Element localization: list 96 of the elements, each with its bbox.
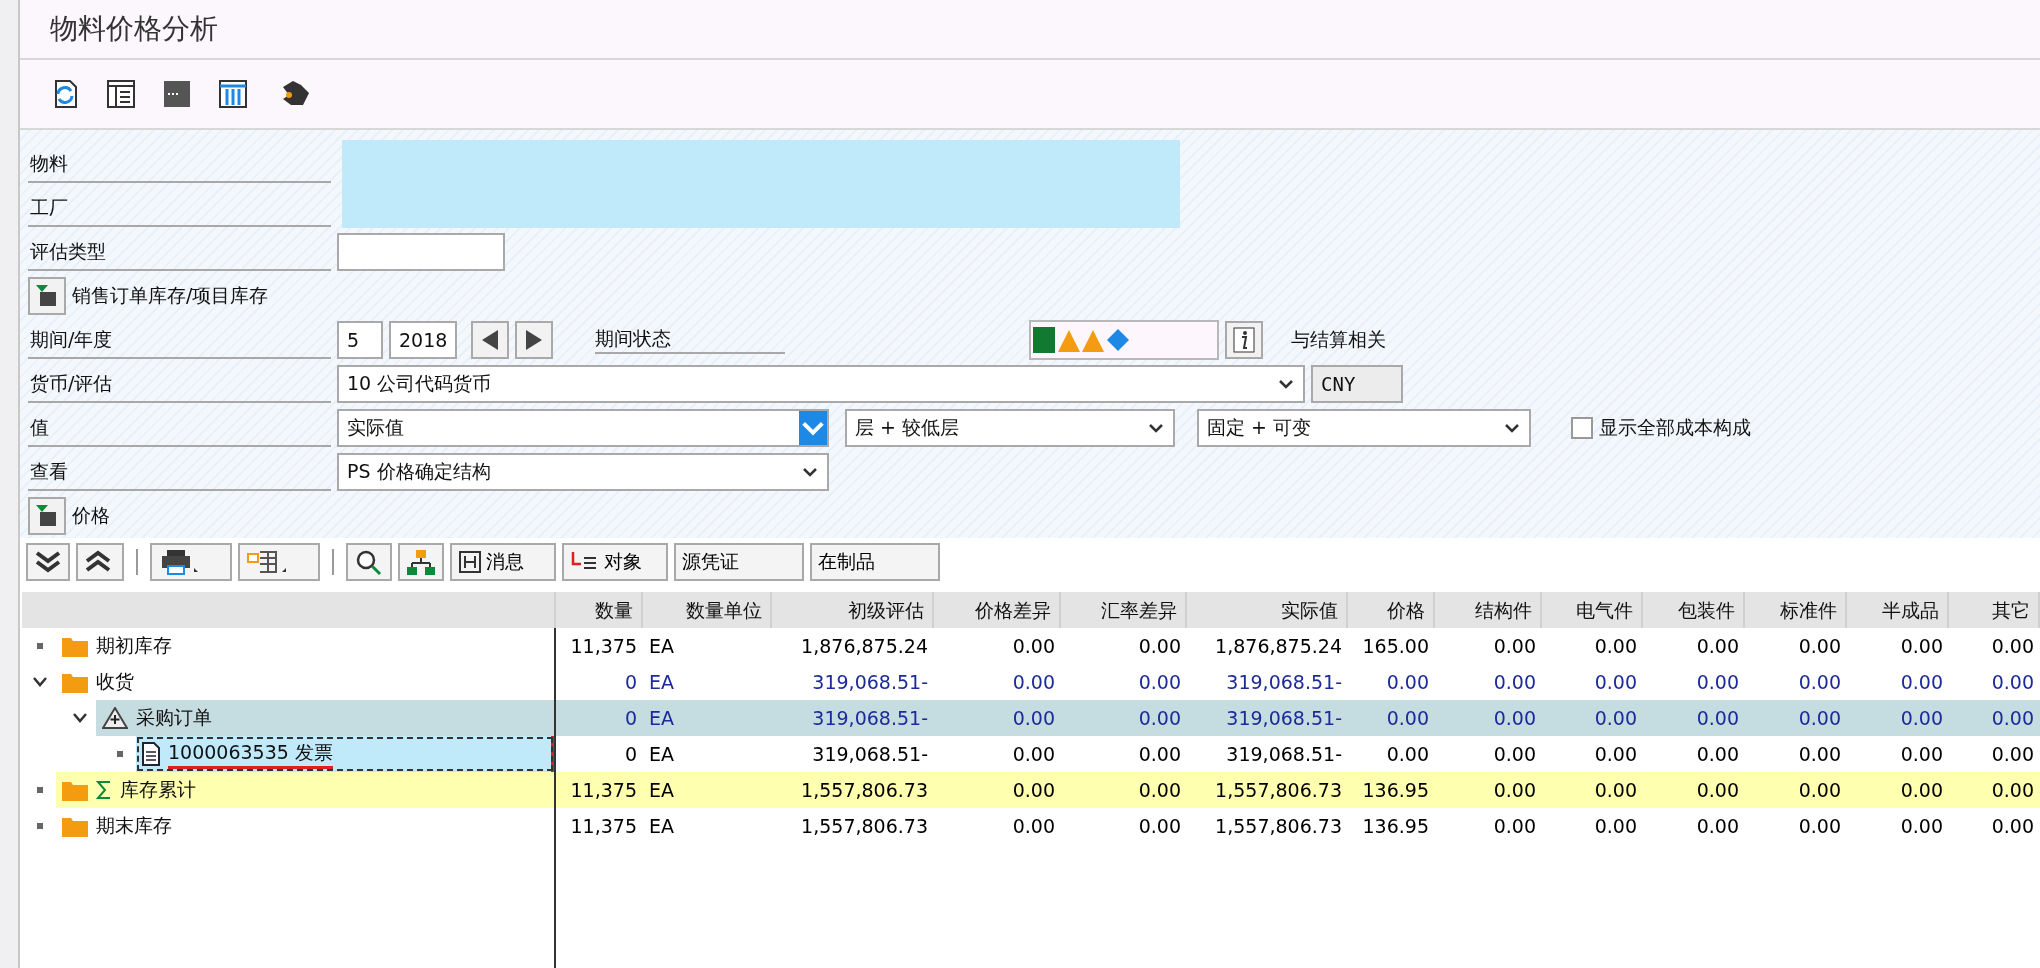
- expand-caret-icon[interactable]: [32, 675, 48, 689]
- right-triangle-icon: [524, 329, 544, 351]
- hierarchy-button[interactable]: [398, 543, 444, 581]
- table-cell: 0.00: [1745, 772, 1847, 808]
- table-cell: 11,375: [556, 772, 643, 808]
- tree-node-label: 收货: [96, 669, 134, 694]
- field-label: 值: [28, 409, 331, 447]
- collapse-all-button[interactable]: [76, 543, 124, 581]
- table-cell: 0.00: [1949, 700, 2040, 736]
- field-label: 期间状态: [595, 326, 785, 354]
- dropdown-field[interactable]: PS 价格确定结构: [337, 453, 829, 491]
- expand-caret-icon[interactable]: [72, 711, 88, 725]
- dropdown-field[interactable]: 固定 + 可变: [1197, 409, 1531, 447]
- table-cell: 1,557,806.73: [772, 772, 934, 808]
- field-label: 工厂: [28, 189, 331, 227]
- toolbar-button[interactable]: 在制品: [810, 543, 940, 581]
- dropdown-caret-icon[interactable]: [1503, 421, 1521, 435]
- dropdown-caret-icon[interactable]: [1277, 377, 1295, 391]
- table-cell: 0.00: [934, 772, 1061, 808]
- table-cell: 0.00: [1435, 772, 1542, 808]
- checkbox[interactable]: [1571, 417, 1593, 439]
- section-title: 价格: [72, 503, 110, 528]
- field-label: 期间/年度: [28, 321, 331, 359]
- dropdown-field[interactable]: 实际值: [337, 409, 829, 447]
- table-cell: 0.00: [1542, 700, 1643, 736]
- left-triangle-icon: [480, 329, 500, 351]
- table-cell: 0.00: [1643, 772, 1745, 808]
- toolbar-button[interactable]: 消息: [450, 543, 556, 581]
- toolbar-button[interactable]: 对象: [562, 543, 668, 581]
- tree-node-label: 1000063535 发票: [168, 739, 333, 769]
- next-button[interactable]: [515, 321, 553, 359]
- field-label: 货币/评估: [28, 365, 331, 403]
- hierarchy-icon: [406, 548, 436, 576]
- table-cell: 0.00: [1643, 700, 1745, 736]
- table-cell: EA: [643, 700, 772, 736]
- double-chevron-down-icon: [34, 549, 62, 575]
- info-icon: [1233, 327, 1255, 353]
- table-cell: 0.00: [1745, 700, 1847, 736]
- document-icon: [142, 742, 160, 766]
- table-cell: 136.95: [1348, 772, 1435, 808]
- folder-icon: [62, 671, 88, 693]
- currency-field: CNY: [1311, 365, 1403, 403]
- checkbox-label: 显示全部成本构成: [1599, 415, 1751, 440]
- table-cell: 0.00: [1435, 700, 1542, 736]
- input-field[interactable]: 2018: [389, 321, 457, 359]
- window-title: 物料价格分析: [50, 11, 218, 47]
- magnifier-icon: [354, 548, 384, 576]
- section-toggle-button[interactable]: [28, 277, 66, 315]
- find-button[interactable]: [346, 543, 392, 581]
- dropdown-field[interactable]: 层 + 较低层: [845, 409, 1175, 447]
- field-label: 物料: [28, 145, 331, 183]
- dropdown-caret-icon[interactable]: [801, 465, 819, 479]
- previous-button[interactable]: [471, 321, 509, 359]
- columns-icon[interactable]: [216, 77, 250, 111]
- input-field[interactable]: [337, 233, 505, 271]
- field-label: 评估类型: [28, 233, 331, 271]
- table-cell: 1,557,806.73: [1187, 772, 1348, 808]
- section-toggle-button[interactable]: [28, 497, 66, 535]
- dropdown-caret-icon[interactable]: [1147, 421, 1165, 435]
- layout-icon[interactable]: [104, 77, 138, 111]
- tree-node-label: 采购订单: [136, 705, 212, 730]
- table-cell: 0.00: [1348, 700, 1435, 736]
- layout-button[interactable]: [238, 543, 320, 581]
- expand-all-button[interactable]: [26, 543, 70, 581]
- toolbar-button[interactable]: 源凭证: [674, 543, 804, 581]
- table-cell: 0.00: [1061, 700, 1187, 736]
- table-cell: 0.00: [934, 700, 1061, 736]
- table-cell: 319,068.51-: [1187, 700, 1348, 736]
- tree-node[interactable]: 库存累计: [56, 772, 554, 808]
- triangle-plus-icon: [102, 707, 128, 729]
- folder-icon: [62, 815, 88, 837]
- layout-grid-icon: [246, 548, 286, 576]
- folder-icon: [62, 635, 88, 657]
- table-cell: 0: [556, 700, 643, 736]
- sum-sigma-icon: [96, 780, 112, 800]
- print-button[interactable]: [150, 543, 232, 581]
- info-button[interactable]: [1225, 321, 1263, 359]
- dropdown-field[interactable]: 10 公司代码货币: [337, 365, 1305, 403]
- table-cell: 319,068.51-: [772, 700, 934, 736]
- input-field[interactable]: 5: [337, 321, 383, 359]
- settlement-label: 与结算相关: [1291, 327, 1386, 352]
- table-cell: 0.00: [1061, 772, 1187, 808]
- table-cell: EA: [643, 772, 772, 808]
- tree-node-label: 期初库存: [96, 633, 172, 658]
- folder-icon: [62, 779, 88, 801]
- tree-node[interactable]: 采购订单: [96, 700, 554, 736]
- tree-node-label: 库存累计: [120, 777, 196, 802]
- table-cell: 0.00: [1847, 772, 1949, 808]
- tree-node-label: 期末库存: [96, 813, 172, 838]
- tree-node[interactable]: 1000063535 发票: [136, 736, 554, 772]
- message-icon: [458, 550, 482, 574]
- table-cell: 0.00: [1542, 772, 1643, 808]
- table-cell: 0.00: [1949, 772, 2040, 808]
- table-cell: 0.00: [1847, 700, 1949, 736]
- field-label: 查看: [28, 453, 331, 491]
- section-title: 销售订单库存/项目库存: [72, 283, 269, 308]
